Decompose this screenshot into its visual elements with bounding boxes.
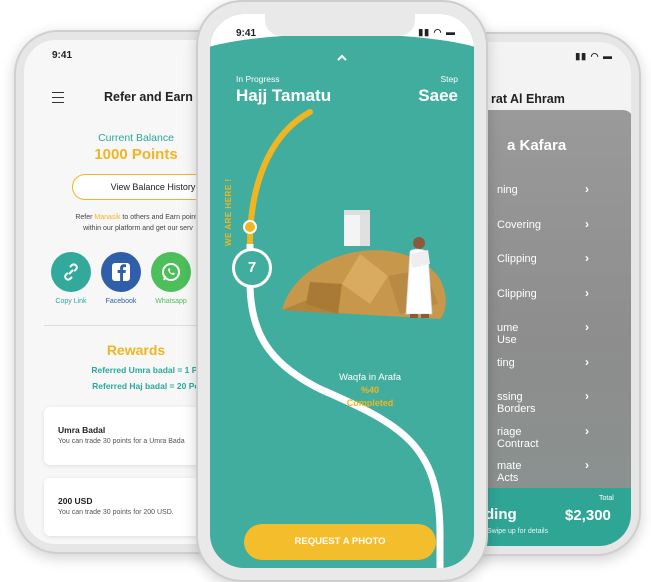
whatsapp-button[interactable]	[151, 252, 191, 292]
link-icon	[64, 263, 78, 281]
reward-card-title: Umra Badal	[58, 425, 106, 435]
reward-card-desc: You can trade 30 points for 200 USD.	[58, 509, 174, 516]
completed-label: Completed	[346, 398, 394, 408]
chevron-right-icon: ›	[585, 182, 589, 196]
reward-card-desc: You can trade 30 points for a Umra Bada	[58, 438, 185, 445]
step-number-badge[interactable]: 7	[232, 248, 272, 288]
page-title: rat Al Ehram	[491, 92, 565, 106]
chevron-right-icon: ›	[585, 423, 589, 438]
total-label: Total	[599, 495, 614, 502]
chevron-right-icon: ›	[585, 389, 589, 403]
reward-card-title: 200 USD	[58, 496, 93, 506]
current-step-title: Waqfa in Arafa	[339, 372, 401, 383]
chevron-right-icon: ›	[585, 285, 589, 300]
refer-line2: within our platform and get our serv	[83, 225, 193, 232]
chevron-right-icon: ›	[585, 251, 589, 265]
page-title: Refer and Earn	[104, 90, 193, 104]
chevron-right-icon: ›	[585, 320, 589, 334]
kafara-item-label: ssing Borders	[497, 391, 536, 415]
refer-prefix: Refer	[75, 214, 95, 221]
footer-label: ding	[485, 506, 517, 523]
menu-icon[interactable]	[52, 92, 64, 103]
phone-progress-screen: 9:41 ▮▮ ◠ ▬ In Progress Step Hajj Tamatu…	[196, 0, 488, 582]
we-are-here-label: WE ARE HERE !	[224, 178, 233, 246]
current-step-percent: %40	[360, 385, 379, 395]
kafara-item-label: Clipping	[497, 287, 537, 300]
request-photo-button[interactable]: REQUEST A PHOTO	[244, 524, 436, 560]
progress-screen: 9:41 ▮▮ ◠ ▬ In Progress Step Hajj Tamatu…	[210, 14, 474, 568]
refer-suffix: to others and Earn points	[120, 214, 201, 221]
status-time: 9:41	[52, 50, 73, 61]
journey-path	[243, 109, 446, 568]
facebook-icon	[112, 263, 130, 281]
facebook-button[interactable]	[101, 252, 141, 292]
kafara-item-label: ume Use	[497, 322, 519, 346]
kafara-item-label: riage Contract	[497, 425, 539, 450]
signal-wifi-battery-icon: ▮▮ ◠ ▬	[575, 51, 613, 61]
kafara-item-label: ting	[497, 356, 515, 369]
refer-brand: Manasik	[94, 214, 121, 221]
kafara-item-label: mate Acts	[497, 460, 522, 484]
chevron-right-icon: ›	[585, 216, 589, 231]
total-amount: $2,300	[565, 507, 611, 524]
chevron-right-icon: ›	[585, 458, 589, 472]
kafara-item-label: Covering	[497, 218, 542, 231]
swipe-hint: Swipe up for details	[487, 528, 549, 535]
copy-link-button[interactable]	[51, 252, 91, 292]
kafara-item-label: Clipping	[497, 253, 537, 265]
panel-title: a Kafara	[507, 137, 567, 154]
chevron-right-icon: ›	[585, 354, 589, 369]
kafara-item-label: ning	[497, 184, 518, 196]
whatsapp-icon	[162, 263, 180, 281]
whatsapp-label: Whatsapp	[155, 298, 187, 305]
